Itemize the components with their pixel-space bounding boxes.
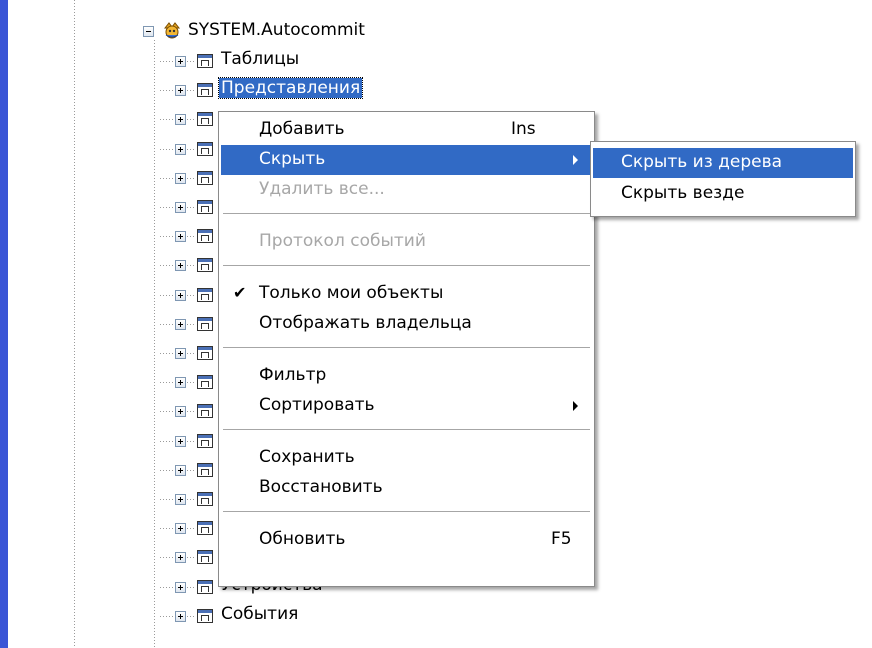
folder-icon [197, 550, 213, 564]
expand-icon[interactable] [175, 552, 186, 563]
menu-separator [223, 429, 590, 430]
expand-icon[interactable] [175, 377, 186, 388]
folder-icon [197, 83, 213, 97]
menu-item-label: Сортировать [259, 395, 375, 415]
expand-icon[interactable] [175, 406, 186, 417]
database-icon [163, 22, 181, 39]
folder-icon [197, 580, 213, 594]
expand-icon[interactable] [175, 202, 186, 213]
menu-item[interactable]: Восстановить [221, 473, 592, 503]
collapse-icon[interactable] [143, 26, 154, 37]
menu-separator [223, 511, 590, 512]
folder-icon [197, 521, 213, 535]
expand-icon[interactable] [175, 231, 186, 242]
tree-node-label: Таблицы [221, 49, 300, 69]
menu-separator [223, 213, 590, 214]
menu-item-label: Восстановить [259, 477, 383, 497]
folder-icon [197, 404, 213, 418]
folder-icon [197, 317, 213, 331]
menu-item[interactable]: ✔ Только мои объекты [221, 279, 592, 309]
context-menu: Добавить Ins Скрыть Удалить все... Протокол … [218, 111, 595, 587]
submenu-item-label: Скрыть из дерева [621, 152, 783, 172]
tree-root-node[interactable]: SYSTEM.Autocommit [0, 16, 872, 46]
expand-icon[interactable] [175, 114, 186, 125]
expand-icon[interactable] [175, 582, 186, 593]
hide-submenu: Скрыть из дерева Скрыть везде [590, 141, 856, 217]
menu-item-label: Фильтр [259, 365, 327, 385]
menu-item[interactable]: Добавить Ins [221, 115, 592, 145]
folder-icon [197, 142, 213, 156]
menu-item: Удалить все... [221, 175, 592, 205]
submenu-arrow-icon [573, 155, 578, 165]
menu-item-label: Отображать владельца [259, 313, 472, 333]
tree-node-label: События [221, 604, 299, 624]
menu-item[interactable]: Обновить F5 [221, 525, 592, 555]
folder-icon [197, 200, 213, 214]
menu-item-label: Удалить все... [259, 179, 385, 199]
menu-item[interactable]: Отображать владельца [221, 309, 592, 339]
expand-icon[interactable] [175, 144, 186, 155]
folder-icon [197, 463, 213, 477]
folder-icon [197, 258, 213, 272]
folder-icon [197, 288, 213, 302]
menu-item-label: Только мои объекты [259, 283, 444, 303]
menu-separator [223, 265, 590, 266]
menu-separator [223, 347, 590, 348]
folder-icon [197, 346, 213, 360]
expand-icon[interactable] [175, 436, 186, 447]
folder-icon [197, 54, 213, 68]
expand-icon[interactable] [175, 290, 186, 301]
tree-node[interactable]: Таблицы [0, 46, 872, 76]
expand-icon[interactable] [175, 494, 186, 505]
menu-item[interactable]: Сохранить [221, 443, 592, 473]
folder-icon [197, 492, 213, 506]
menu-item-label: Скрыть [259, 149, 326, 169]
menu-item-label: Протокол событий [259, 231, 426, 251]
submenu-item[interactable]: Скрыть из дерева [593, 148, 853, 178]
menu-item[interactable]: Фильтр [221, 361, 592, 391]
expand-icon[interactable] [175, 348, 186, 359]
expand-icon[interactable] [175, 173, 186, 184]
folder-icon [197, 375, 213, 389]
tree-node[interactable]: Представления [0, 75, 872, 105]
expand-icon[interactable] [175, 260, 186, 271]
folder-icon [197, 112, 213, 126]
menu-item: Протокол событий [221, 227, 592, 257]
menu-item[interactable]: Скрыть [221, 145, 592, 175]
tree-node[interactable]: События [0, 601, 872, 631]
tree-root-label: SYSTEM.Autocommit [188, 20, 365, 40]
menu-item-label: Сохранить [259, 447, 355, 467]
submenu-item[interactable]: Скрыть везде [593, 179, 853, 209]
folder-icon [197, 434, 213, 448]
folder-icon [197, 609, 213, 623]
folder-icon [197, 171, 213, 185]
menu-item-shortcut: Ins [511, 119, 536, 139]
menu-item-label: Обновить [259, 529, 346, 549]
expand-icon[interactable] [175, 465, 186, 476]
checkmark-icon: ✔ [233, 283, 247, 302]
folder-icon [197, 229, 213, 243]
expand-icon[interactable] [175, 319, 186, 330]
menu-item-label: Добавить [259, 119, 345, 139]
menu-item-shortcut: F5 [551, 529, 572, 549]
expand-icon[interactable] [175, 85, 186, 96]
tree-node-label: Представления [217, 77, 364, 99]
submenu-item-label: Скрыть везде [621, 183, 745, 203]
expand-icon[interactable] [175, 56, 186, 67]
expand-icon[interactable] [175, 611, 186, 622]
expand-icon[interactable] [175, 523, 186, 534]
submenu-arrow-icon [573, 401, 578, 411]
menu-item[interactable]: Сортировать [221, 391, 592, 421]
